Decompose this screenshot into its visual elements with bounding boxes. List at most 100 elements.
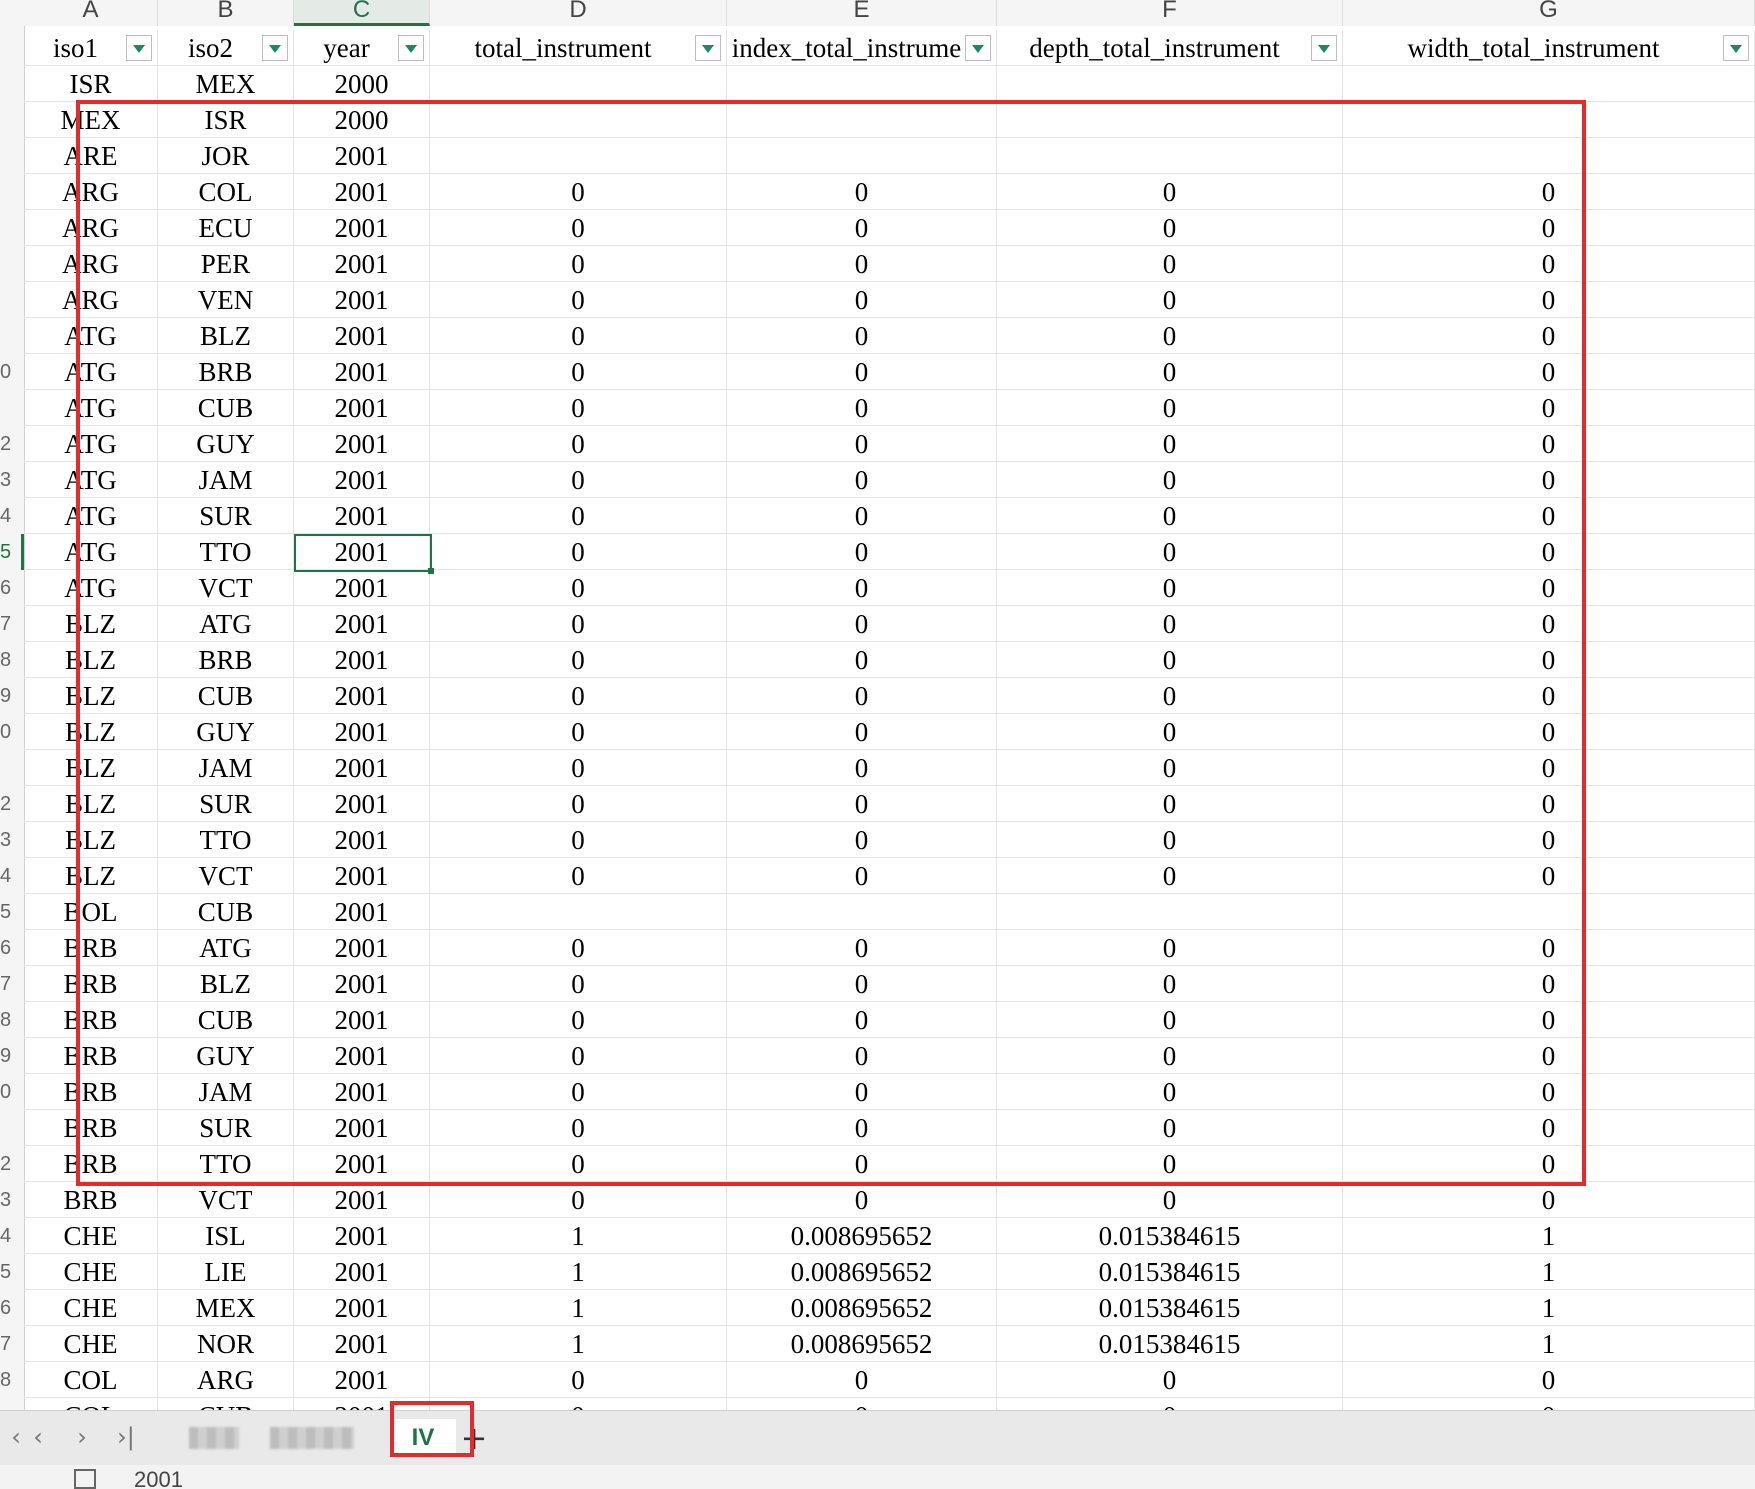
table-cell[interactable]: 1: [1343, 1254, 1755, 1290]
table-cell[interactable]: 0: [1343, 966, 1755, 1002]
table-cell[interactable]: 0: [1343, 642, 1755, 678]
table-cell[interactable]: [1343, 102, 1755, 138]
row-number[interactable]: 3: [0, 822, 24, 858]
table-cell[interactable]: 0: [997, 642, 1343, 678]
row-number[interactable]: 9: [0, 678, 24, 714]
table-cell[interactable]: CHE: [24, 1326, 158, 1362]
row-number[interactable]: 4: [0, 858, 24, 894]
table-cell[interactable]: 0: [430, 282, 727, 318]
table-cell[interactable]: 2001: [294, 678, 430, 714]
table-cell[interactable]: 0: [430, 390, 727, 426]
table-cell[interactable]: 0: [1343, 210, 1755, 246]
table-cell[interactable]: CUB: [158, 1398, 294, 1410]
table-cell[interactable]: CHE: [24, 1218, 158, 1254]
table-cell[interactable]: 0: [1343, 786, 1755, 822]
table-cell[interactable]: 0.008695652: [727, 1254, 997, 1290]
table-cell[interactable]: CHE: [24, 1290, 158, 1326]
table-cell[interactable]: LIE: [158, 1254, 294, 1290]
table-cell[interactable]: 0: [1343, 1362, 1755, 1398]
table-cell[interactable]: 0: [430, 570, 727, 606]
row-number[interactable]: [0, 390, 24, 426]
table-cell[interactable]: 0: [430, 1182, 727, 1218]
row-number[interactable]: 2: [0, 1146, 24, 1182]
filter-dropdown-icon[interactable]: [1311, 35, 1337, 61]
row-number[interactable]: 2: [0, 426, 24, 462]
table-cell[interactable]: VCT: [158, 1182, 294, 1218]
row-number[interactable]: 6: [0, 1290, 24, 1326]
table-cell[interactable]: ARG: [24, 174, 158, 210]
filter-dropdown-icon[interactable]: [1723, 35, 1749, 61]
table-cell[interactable]: GUY: [158, 1038, 294, 1074]
column-header-total-instrument[interactable]: total_instrument: [430, 30, 727, 66]
table-cell[interactable]: BLZ: [158, 318, 294, 354]
row-number[interactable]: [0, 66, 24, 102]
column-letter-a[interactable]: A: [24, 0, 158, 26]
table-cell[interactable]: COL: [158, 174, 294, 210]
table-cell[interactable]: 0.008695652: [727, 1326, 997, 1362]
row-number[interactable]: 7: [0, 1326, 24, 1362]
table-cell[interactable]: 0: [1343, 822, 1755, 858]
table-cell[interactable]: 2001: [294, 822, 430, 858]
table-cell[interactable]: 0: [430, 786, 727, 822]
table-cell[interactable]: 0: [997, 1038, 1343, 1074]
table-cell[interactable]: 0: [430, 318, 727, 354]
table-cell[interactable]: [430, 102, 727, 138]
table-cell[interactable]: 0: [727, 966, 997, 1002]
table-cell[interactable]: 0: [430, 534, 727, 570]
table-cell[interactable]: BRB: [24, 1002, 158, 1038]
table-cell[interactable]: 0: [1343, 678, 1755, 714]
table-cell[interactable]: 0: [1343, 750, 1755, 786]
table-cell[interactable]: 1: [430, 1290, 727, 1326]
table-cell[interactable]: 0: [727, 1146, 997, 1182]
table-cell[interactable]: 2001: [294, 750, 430, 786]
row-number[interactable]: 4: [0, 498, 24, 534]
table-cell[interactable]: 0: [727, 642, 997, 678]
row-number[interactable]: 0: [0, 354, 24, 390]
table-cell[interactable]: 0: [997, 822, 1343, 858]
column-letter-c[interactable]: C: [294, 0, 430, 26]
table-cell[interactable]: ATG: [24, 570, 158, 606]
table-cell[interactable]: ATG: [24, 318, 158, 354]
table-cell[interactable]: 0: [430, 750, 727, 786]
table-cell[interactable]: ISR: [24, 66, 158, 102]
table-cell[interactable]: 2001: [294, 174, 430, 210]
table-cell[interactable]: 0: [997, 246, 1343, 282]
table-cell[interactable]: ECU: [158, 210, 294, 246]
table-cell[interactable]: 0: [997, 606, 1343, 642]
table-cell[interactable]: SUR: [158, 1110, 294, 1146]
table-cell[interactable]: 0: [430, 966, 727, 1002]
table-cell[interactable]: 0: [1343, 498, 1755, 534]
table-cell[interactable]: ATG: [158, 606, 294, 642]
table-cell[interactable]: ARG: [24, 246, 158, 282]
table-cell[interactable]: 0: [727, 354, 997, 390]
table-cell[interactable]: 2001: [294, 1146, 430, 1182]
table-cell[interactable]: 2001: [294, 1074, 430, 1110]
table-cell[interactable]: [727, 138, 997, 174]
row-number[interactable]: [0, 210, 24, 246]
row-number[interactable]: [0, 750, 24, 786]
table-cell[interactable]: [1343, 66, 1755, 102]
table-cell[interactable]: COL: [24, 1362, 158, 1398]
table-cell[interactable]: 0: [727, 822, 997, 858]
table-cell[interactable]: 2001: [294, 1254, 430, 1290]
table-cell[interactable]: 0: [727, 1398, 997, 1410]
table-cell[interactable]: BRB: [24, 966, 158, 1002]
table-cell[interactable]: 2001: [294, 138, 430, 174]
table-cell[interactable]: [997, 894, 1343, 930]
add-sheet-button[interactable]: +: [456, 1419, 492, 1457]
table-cell[interactable]: 0: [727, 1038, 997, 1074]
table-cell[interactable]: JAM: [158, 462, 294, 498]
table-cell[interactable]: CHE: [24, 1254, 158, 1290]
table-cell[interactable]: 0: [997, 354, 1343, 390]
row-number[interactable]: 0: [0, 714, 24, 750]
row-number[interactable]: 3: [0, 462, 24, 498]
table-cell[interactable]: ATG: [24, 426, 158, 462]
table-cell[interactable]: JOR: [158, 138, 294, 174]
table-cell[interactable]: 0: [1343, 714, 1755, 750]
table-cell[interactable]: BLZ: [24, 858, 158, 894]
table-cell[interactable]: 0: [997, 750, 1343, 786]
table-cell[interactable]: 0: [727, 714, 997, 750]
table-cell[interactable]: 0: [430, 822, 727, 858]
table-cell[interactable]: [1343, 894, 1755, 930]
table-cell[interactable]: 0: [430, 858, 727, 894]
